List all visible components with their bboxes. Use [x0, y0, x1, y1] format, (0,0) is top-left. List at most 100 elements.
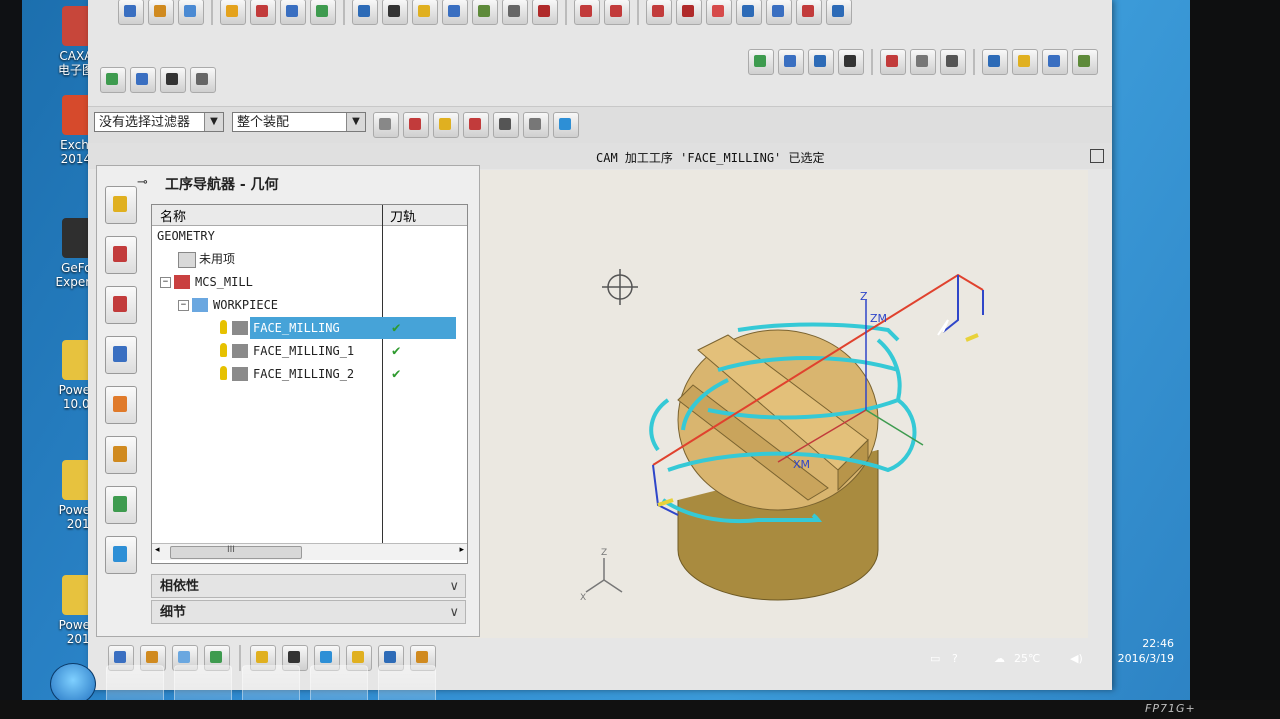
taskbar-app-icon[interactable]: [310, 665, 368, 705]
tree-row-face-milling-1[interactable]: FACE_MILLING_1 ✔: [152, 340, 467, 362]
tool-button-icon[interactable]: [433, 112, 459, 138]
resource-tab-machine-icon[interactable]: [105, 386, 137, 424]
tool-button-icon[interactable]: [130, 67, 156, 93]
graphics-viewport[interactable]: Z ZM XM Z X: [468, 170, 1088, 638]
maximize-icon[interactable]: [1090, 149, 1104, 163]
tool-button-icon[interactable]: [1072, 49, 1098, 75]
axis-z-label: Z: [860, 290, 868, 303]
resource-tab-constraint-icon[interactable]: [105, 236, 137, 274]
tool-button-icon[interactable]: [706, 0, 732, 25]
tool-button-icon[interactable]: [373, 112, 399, 138]
collapse-icon[interactable]: −: [178, 300, 189, 311]
tool-button-icon[interactable]: [646, 0, 672, 25]
tool-button-icon[interactable]: [412, 0, 438, 25]
tray-flag-icon[interactable]: ▭: [930, 652, 940, 665]
start-button-icon[interactable]: [50, 663, 96, 705]
scroll-right-icon[interactable]: ▸: [459, 545, 464, 555]
tool-button-icon[interactable]: [148, 0, 174, 25]
tool-button-icon[interactable]: [190, 67, 216, 93]
taskbar-explorer-icon[interactable]: [174, 665, 232, 705]
tool-button-icon[interactable]: [553, 112, 579, 138]
pin-icon[interactable]: ⊸: [137, 175, 148, 190]
weather-temperature: 25℃: [1014, 652, 1041, 665]
col-name-header[interactable]: 名称: [160, 206, 186, 225]
resource-tab-operation-navigator-icon[interactable]: [105, 336, 137, 374]
scrollbar-thumb[interactable]: III: [170, 545, 302, 559]
system-tray: ▭ ? ☁ 25℃ ◀) 22:46 2016/3/19: [920, 630, 1190, 674]
tray-help-icon[interactable]: ?: [952, 652, 958, 665]
tool-button-icon[interactable]: [1012, 49, 1038, 75]
tree-row-face-milling[interactable]: FACE_MILLING ✔: [152, 317, 467, 339]
tool-button-icon[interactable]: [442, 0, 468, 25]
tree-row-workpiece[interactable]: − WORKPIECE: [152, 294, 467, 316]
resource-tab-web-icon[interactable]: [105, 536, 137, 574]
tool-button-icon[interactable]: [808, 49, 834, 75]
tool-button-icon[interactable]: [160, 67, 186, 93]
clock[interactable]: 22:46 2016/3/19: [1118, 636, 1174, 666]
tool-button-icon[interactable]: [178, 0, 204, 25]
tool-button-icon[interactable]: [982, 49, 1008, 75]
tree-row-geometry[interactable]: GEOMETRY: [152, 225, 467, 247]
tool-button-icon[interactable]: [463, 112, 489, 138]
folder-icon: [178, 252, 196, 268]
taskbar-nx-icon[interactable]: [378, 665, 436, 705]
face-milling-icon: [232, 367, 248, 381]
tool-button-icon[interactable]: [778, 49, 804, 75]
tool-button-icon[interactable]: [523, 112, 549, 138]
tree-row-unused-items[interactable]: 未用项: [152, 248, 467, 270]
workpiece-icon: [192, 298, 208, 312]
bulb-icon: [220, 366, 227, 380]
volume-icon[interactable]: ◀): [1070, 652, 1083, 665]
tree-row-mcs-mill[interactable]: − MCS_MILL: [152, 271, 467, 293]
tool-button-icon[interactable]: [826, 0, 852, 25]
dependencies-section[interactable]: 相依性 ∨: [151, 574, 466, 598]
tool-button-icon[interactable]: [574, 0, 600, 25]
weather-cloud-icon[interactable]: ☁: [994, 652, 1005, 665]
taskbar-powermill-icon[interactable]: [242, 665, 300, 705]
scroll-left-icon[interactable]: ◂: [155, 545, 160, 555]
tool-button-icon[interactable]: [766, 0, 792, 25]
tree-row-face-milling-2[interactable]: FACE_MILLING_2 ✔: [152, 363, 467, 385]
tool-button-icon[interactable]: [493, 112, 519, 138]
tool-button-icon[interactable]: [118, 0, 144, 25]
horizontal-scrollbar[interactable]: ◂ III ▸: [152, 543, 467, 560]
bulb-icon: [220, 320, 227, 334]
tool-button-icon[interactable]: [940, 49, 966, 75]
selection-scope-dropdown[interactable]: 整个装配 ▼: [232, 112, 366, 132]
selection-filter-bar: 没有选择过滤器 ▼ 整个装配 ▼: [88, 106, 1112, 144]
tool-button-icon[interactable]: [472, 0, 498, 25]
resource-tab-library-icon[interactable]: [105, 486, 137, 524]
resource-tab-part-icon[interactable]: [105, 286, 137, 324]
tool-button-icon[interactable]: [310, 0, 336, 25]
toolbar-separator: [343, 0, 345, 25]
tool-button-icon[interactable]: [1042, 49, 1068, 75]
tool-button-icon[interactable]: [838, 49, 864, 75]
tool-button-icon[interactable]: [736, 0, 762, 25]
chevron-down-icon: ∨: [449, 605, 459, 620]
chevron-down-icon: ▼: [204, 113, 223, 131]
resource-tab-assembly-icon[interactable]: [105, 186, 137, 224]
tool-button-icon[interactable]: [676, 0, 702, 25]
col-toolpath-header[interactable]: 刀轨: [390, 206, 416, 225]
tool-button-icon[interactable]: [532, 0, 558, 25]
tool-button-icon[interactable]: [748, 49, 774, 75]
resource-tab-tool-icon[interactable]: [105, 436, 137, 474]
toolbar-row-2-right: [748, 44, 1098, 80]
details-section[interactable]: 细节 ∨: [151, 600, 466, 624]
verify-tool-icon[interactable]: [100, 67, 126, 93]
tool-button-icon[interactable]: [403, 112, 429, 138]
taskbar-browser-icon[interactable]: [106, 665, 164, 705]
tool-button-icon[interactable]: [382, 0, 408, 25]
toolpath-ok-icon: ✔: [392, 366, 401, 382]
tool-button-icon[interactable]: [220, 0, 246, 25]
tool-button-icon[interactable]: [280, 0, 306, 25]
tool-button-icon[interactable]: [250, 0, 276, 25]
tool-button-icon[interactable]: [880, 49, 906, 75]
tool-button-icon[interactable]: [910, 49, 936, 75]
tool-button-icon[interactable]: [502, 0, 528, 25]
tool-button-icon[interactable]: [796, 0, 822, 25]
tool-button-icon[interactable]: [604, 0, 630, 25]
type-filter-dropdown[interactable]: 没有选择过滤器 ▼: [94, 112, 224, 132]
tool-button-icon[interactable]: [352, 0, 378, 25]
collapse-icon[interactable]: −: [160, 277, 171, 288]
